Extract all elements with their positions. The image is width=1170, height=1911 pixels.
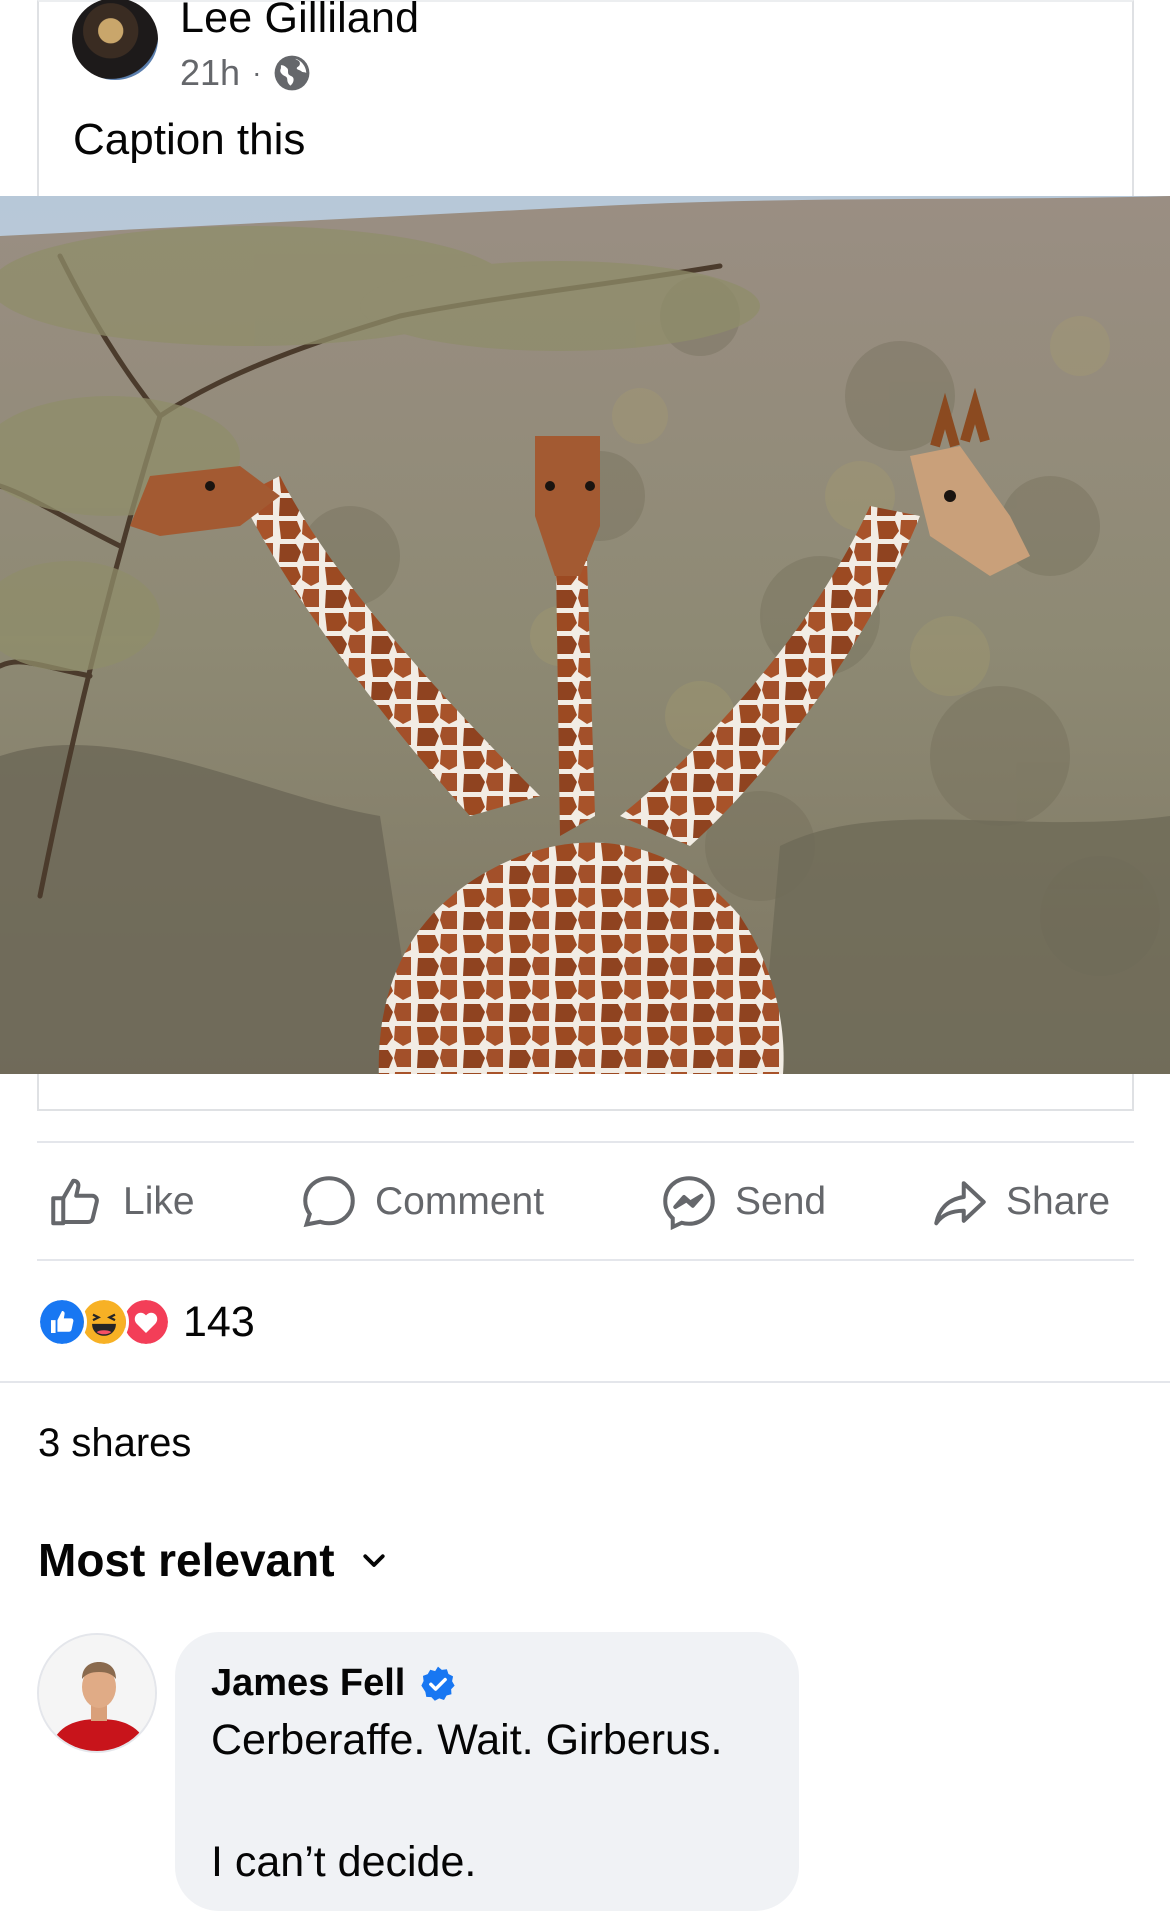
messenger-icon <box>663 1176 715 1231</box>
thumbs-up-icon <box>51 1178 99 1226</box>
verified-badge-icon <box>421 1666 455 1701</box>
meta-separator: · <box>252 57 262 88</box>
comment-text-line1: Cerberaffe. Wait. Girberus. <box>211 1716 723 1764</box>
comment-bubble[interactable]: James Fell Cerberaffe. Wait. Girberus. I… <box>175 1632 799 1911</box>
comment-label: Comment <box>375 1180 545 1223</box>
send-label: Send <box>735 1180 827 1223</box>
commenter-photo <box>39 1635 155 1751</box>
comment-bubble-icon <box>303 1176 355 1228</box>
sort-label: Most relevant <box>38 1534 335 1586</box>
like-button[interactable]: Like <box>47 1143 195 1261</box>
comment-sort-dropdown[interactable]: Most relevant <box>38 1533 389 1587</box>
share-button[interactable]: Share <box>930 1143 1110 1261</box>
post-meta: 21h · <box>180 52 311 94</box>
giraffes-illustration <box>0 196 1170 1074</box>
post-caption: Caption this <box>73 115 306 164</box>
shares-count[interactable]: 3 shares <box>38 1421 191 1466</box>
post-photo-giraffes[interactable] <box>0 196 1170 1074</box>
divider-bottom <box>37 1259 1134 1261</box>
send-button[interactable]: Send <box>659 1143 826 1261</box>
reaction-count: 143 <box>183 1297 255 1346</box>
comment-button[interactable]: Comment <box>299 1143 544 1261</box>
comment-author-name: James Fell <box>211 1662 406 1704</box>
share-label: Share <box>1006 1180 1111 1223</box>
like-reaction-icon <box>37 1297 87 1347</box>
post-time[interactable]: 21h <box>180 52 240 94</box>
commenter-avatar[interactable] <box>37 1633 157 1753</box>
section-divider <box>0 1381 1170 1383</box>
comment-text-line2: I can’t decide. <box>211 1838 477 1886</box>
post-card-footer <box>37 1074 1134 1111</box>
comment-author[interactable]: James Fell <box>211 1662 457 1705</box>
post-action-bar: Like Comment Send Share <box>37 1143 1134 1261</box>
globe-icon[interactable] <box>273 54 311 92</box>
reaction-summary[interactable]: 143 <box>37 1296 255 1348</box>
author-name[interactable]: Lee Gilliland <box>180 0 419 43</box>
chevron-down-icon <box>362 1554 385 1567</box>
share-arrow-icon <box>934 1181 986 1226</box>
like-label: Like <box>123 1180 195 1223</box>
author-avatar[interactable] <box>72 0 158 80</box>
